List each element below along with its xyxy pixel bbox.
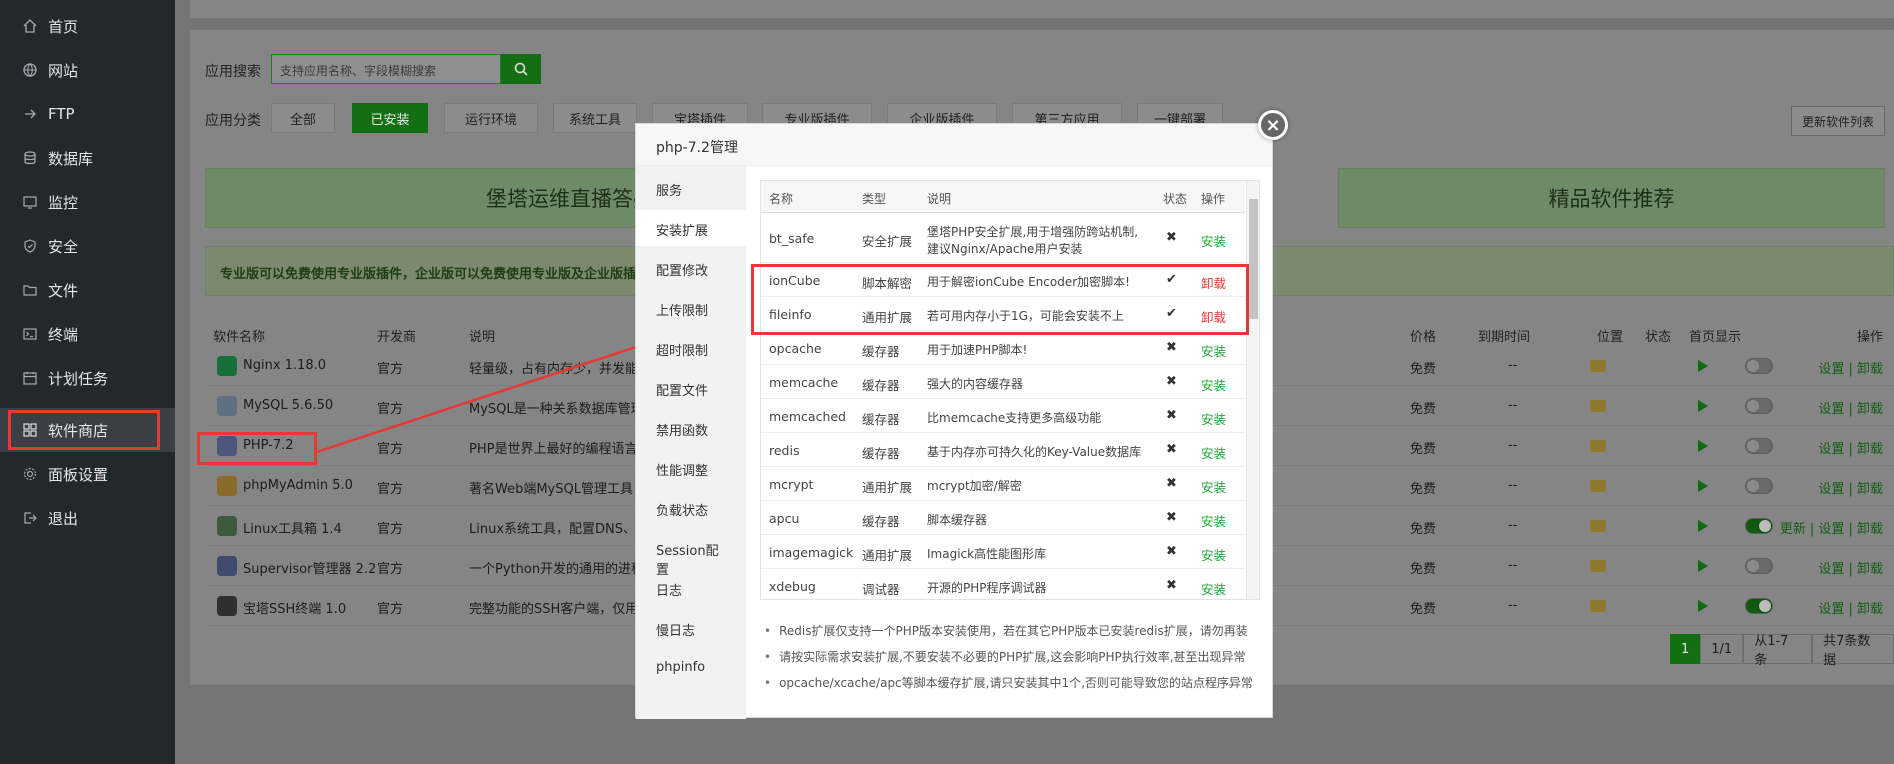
scrollbar[interactable] bbox=[1246, 181, 1259, 599]
install-button[interactable]: 安装 bbox=[1201, 409, 1226, 428]
ext-name: opcache bbox=[769, 341, 822, 356]
extension-row: opcache 缓存器 用于加速PHP脚本! ✖ 安装 bbox=[761, 331, 1245, 365]
ext-type: 调试器 bbox=[862, 582, 900, 597]
ext-desc: 开源的PHP程序调试器 bbox=[927, 581, 1047, 595]
extensions-table: 名称 类型 说明 状态 操作 bt_safe 安全扩展 堡塔PHP安全扩展,用于… bbox=[760, 180, 1260, 600]
eh-name: 名称 bbox=[769, 192, 794, 206]
ext-desc: 脚本缓存器 bbox=[927, 513, 988, 527]
ext-desc: mcrypt加密/解密 bbox=[927, 479, 1022, 493]
ext-type: 通用扩展 bbox=[862, 548, 913, 563]
highlight-box bbox=[751, 264, 1249, 335]
extension-row: imagemagick 通用扩展 Imagick高性能图形库 ✖ 安装 bbox=[761, 535, 1245, 569]
tab-disabled-functions[interactable]: 禁用函数 bbox=[636, 410, 746, 446]
status-icon: ✖ bbox=[1166, 374, 1177, 389]
install-button[interactable]: 安装 bbox=[1201, 341, 1226, 360]
tab-upload-limit[interactable]: 上传限制 bbox=[636, 290, 746, 326]
ext-type: 安全扩展 bbox=[862, 234, 913, 249]
install-button[interactable]: 安装 bbox=[1201, 443, 1226, 462]
install-button[interactable]: 安装 bbox=[1201, 511, 1226, 530]
status-icon: ✖ bbox=[1166, 230, 1177, 245]
extension-row: xdebug 调试器 开源的PHP程序调试器 ✖ 安装 bbox=[761, 569, 1245, 599]
ext-desc: Imagick高性能图形库 bbox=[927, 547, 1047, 561]
install-button[interactable]: 安装 bbox=[1201, 579, 1226, 598]
tab-session-config[interactable]: Session配置 bbox=[636, 530, 746, 578]
install-button[interactable]: 安装 bbox=[1201, 231, 1226, 250]
ext-desc-line2: 建议Nginx/Apache用户安装 bbox=[927, 242, 1083, 256]
close-button[interactable]: × bbox=[1258, 110, 1288, 140]
ext-type: 缓存器 bbox=[862, 514, 900, 529]
tab-timeout-limit[interactable]: 超时限制 bbox=[636, 330, 746, 366]
ext-name: xdebug bbox=[769, 579, 816, 594]
extension-row: apcu 缓存器 脚本缓存器 ✖ 安装 bbox=[761, 501, 1245, 535]
ext-name: redis bbox=[769, 443, 800, 458]
ext-type: 缓存器 bbox=[862, 344, 900, 359]
tip-item: Redis扩展仅支持一个PHP版本安装使用，若在其它PHP版本已安装redis扩… bbox=[760, 618, 1260, 644]
tip-item: 请按实际需求安装扩展,不要安装不必要的PHP扩展,这会影响PHP执行效率,甚至出… bbox=[760, 644, 1260, 670]
ext-type: 缓存器 bbox=[862, 412, 900, 427]
extension-row: bt_safe 安全扩展 堡塔PHP安全扩展,用于增强防跨站机制, 建议Ngin… bbox=[761, 213, 1245, 263]
tab-config-file[interactable]: 配置文件 bbox=[636, 370, 746, 406]
extensions-header: 名称 类型 说明 状态 操作 bbox=[761, 181, 1245, 213]
tab-phpinfo[interactable]: phpinfo bbox=[636, 650, 746, 686]
extension-row: redis 缓存器 基于内存亦可持久化的Key-Value数据库 ✖ 安装 bbox=[761, 433, 1245, 467]
tips-list: Redis扩展仅支持一个PHP版本安装使用，若在其它PHP版本已安装redis扩… bbox=[760, 618, 1260, 696]
ext-name: apcu bbox=[769, 511, 800, 526]
extension-row: memcached 缓存器 比memcache支持更多高级功能 ✖ 安装 bbox=[761, 399, 1245, 433]
ext-type: 通用扩展 bbox=[862, 480, 913, 495]
ext-desc: 堡塔PHP安全扩展,用于增强防跨站机制, bbox=[927, 225, 1139, 239]
eh-action: 操作 bbox=[1201, 192, 1226, 206]
eh-status: 状态 bbox=[1163, 192, 1188, 206]
status-icon: ✖ bbox=[1166, 578, 1177, 593]
install-button[interactable]: 安装 bbox=[1201, 477, 1226, 496]
ext-desc: 强大的内容缓存器 bbox=[927, 377, 1024, 391]
tab-performance[interactable]: 性能调整 bbox=[636, 450, 746, 486]
tab-config-edit[interactable]: 配置修改 bbox=[636, 250, 746, 286]
tab-slow-log[interactable]: 慢日志 bbox=[636, 610, 746, 646]
tab-log[interactable]: 日志 bbox=[636, 570, 746, 606]
ext-name: memcache bbox=[769, 375, 839, 390]
install-button[interactable]: 安装 bbox=[1201, 545, 1226, 564]
ext-name: mcrypt bbox=[769, 477, 814, 492]
ext-type: 缓存器 bbox=[862, 378, 900, 393]
status-icon: ✖ bbox=[1166, 340, 1177, 355]
ext-desc: 用于加速PHP脚本! bbox=[927, 343, 1028, 357]
tab-install-extensions[interactable]: 安装扩展 bbox=[636, 210, 746, 246]
status-icon: ✖ bbox=[1166, 476, 1177, 491]
ext-type: 缓存器 bbox=[862, 446, 900, 461]
modal-title: php-7.2管理 bbox=[636, 124, 1272, 166]
ext-desc: 比memcache支持更多高级功能 bbox=[927, 411, 1102, 425]
status-icon: ✖ bbox=[1166, 544, 1177, 559]
tip-item: opcache/xcache/apc等脚本缓存扩展,请只安装其中1个,否则可能导… bbox=[760, 670, 1260, 696]
eh-desc: 说明 bbox=[927, 192, 952, 206]
ext-desc: 基于内存亦可持久化的Key-Value数据库 bbox=[927, 445, 1142, 459]
ext-name: bt_safe bbox=[769, 231, 815, 246]
extension-row: mcrypt 通用扩展 mcrypt加密/解密 ✖ 安装 bbox=[761, 467, 1245, 501]
scrollbar-thumb[interactable] bbox=[1249, 199, 1258, 319]
tab-service[interactable]: 服务 bbox=[636, 170, 746, 206]
status-icon: ✖ bbox=[1166, 408, 1177, 423]
ext-name: memcached bbox=[769, 409, 846, 424]
php-manager-modal: php-7.2管理 服务 安装扩展 配置修改 上传限制 超时限制 配置文件 禁用… bbox=[635, 123, 1273, 719]
install-button[interactable]: 安装 bbox=[1201, 375, 1226, 394]
eh-type: 类型 bbox=[862, 192, 887, 206]
close-icon: × bbox=[1265, 114, 1281, 136]
status-icon: ✖ bbox=[1166, 442, 1177, 457]
status-icon: ✖ bbox=[1166, 510, 1177, 525]
ext-name: imagemagick bbox=[769, 545, 854, 560]
extension-row: memcache 缓存器 强大的内容缓存器 ✖ 安装 bbox=[761, 365, 1245, 399]
tab-load-status[interactable]: 负载状态 bbox=[636, 490, 746, 526]
modal-tabs: 服务 安装扩展 配置修改 上传限制 超时限制 配置文件 禁用函数 性能调整 负载… bbox=[636, 166, 746, 719]
